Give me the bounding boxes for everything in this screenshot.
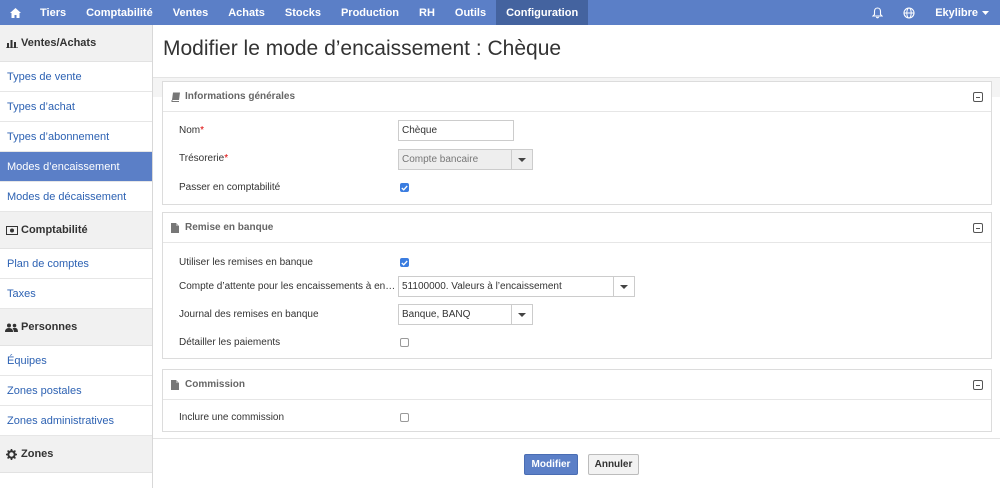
sidebar-item-modes-de-decaissement[interactable]: Modes de décaissement bbox=[0, 182, 152, 212]
name-label: Nom* bbox=[179, 125, 205, 136]
inclure-commission-label: Inclure une commission bbox=[179, 412, 285, 423]
panel-title: Commission bbox=[185, 379, 246, 390]
file-icon bbox=[171, 379, 182, 390]
sidebar-item-types-de-vente[interactable]: Types de vente bbox=[0, 62, 152, 92]
sidebar-item-taxes[interactable]: Taxes bbox=[0, 279, 152, 309]
sidebar-item-plan-de-comptes[interactable]: Plan de comptes bbox=[0, 249, 152, 279]
journal-remises-label: Journal des remises en banque bbox=[179, 309, 319, 320]
passer-compta-label: Passer en comptabilité bbox=[179, 182, 281, 193]
panel-title: Remise en banque bbox=[185, 222, 274, 233]
sidebar-item-types-d-abonnement[interactable]: Types d’abonnement bbox=[0, 122, 152, 152]
nav-ventes[interactable]: Ventes bbox=[163, 0, 218, 25]
nav-comptabilite[interactable]: Comptabilité bbox=[76, 0, 163, 25]
book-icon bbox=[171, 92, 182, 102]
inclure-commission-checkbox[interactable] bbox=[400, 413, 409, 422]
compte-attente-value: 51100000. Valeurs à l’encaissement bbox=[402, 281, 562, 292]
nav-configuration[interactable]: Configuration bbox=[496, 0, 589, 25]
main-content: Modifier le mode d’encaissement : Chèque… bbox=[153, 25, 1000, 488]
top-navbar: Tiers Comptabilité Ventes Achats Stocks … bbox=[0, 0, 1000, 25]
nav-achats[interactable]: Achats bbox=[218, 0, 275, 25]
select-arrow-icon bbox=[613, 277, 634, 296]
nav-production[interactable]: Production bbox=[331, 0, 409, 25]
bar-chart-icon bbox=[5, 38, 18, 48]
gear-icon bbox=[5, 448, 18, 460]
user-menu[interactable]: Ekylibre bbox=[925, 0, 1000, 25]
sidebar-section-ventes-achats: Ventes/Achats bbox=[0, 25, 152, 62]
users-icon bbox=[5, 323, 18, 332]
collapse-icon[interactable] bbox=[973, 223, 983, 233]
panel-header: Informations générales bbox=[163, 82, 991, 112]
sidebar-section-title: Zones bbox=[21, 448, 54, 460]
main-nav: Tiers Comptabilité Ventes Achats Stocks … bbox=[0, 0, 589, 25]
panel-header: Commission bbox=[163, 370, 991, 400]
sidebar-item-zones-postales[interactable]: Zones postales bbox=[0, 376, 152, 406]
detailler-paiements-checkbox[interactable] bbox=[400, 338, 409, 347]
bell-icon bbox=[872, 6, 884, 18]
sidebar-item-modes-d-encaissement[interactable]: Modes d’encaissement bbox=[0, 152, 152, 182]
home-icon bbox=[9, 7, 21, 18]
panel-title: Informations générales bbox=[185, 91, 296, 102]
page-title: Modifier le mode d’encaissement : Chèque bbox=[163, 37, 562, 60]
nav-outils[interactable]: Outils bbox=[445, 0, 496, 25]
tresorerie-label: Trésorerie* bbox=[179, 153, 229, 164]
utiliser-remises-label: Utiliser les remises en banque bbox=[179, 257, 313, 268]
caret-down-icon bbox=[982, 10, 989, 15]
passer-compta-checkbox[interactable] bbox=[400, 183, 409, 192]
sidebar-item-equipes[interactable]: Équipes bbox=[0, 346, 152, 376]
name-input[interactable]: Chèque bbox=[398, 120, 514, 141]
sidebar-item-types-d-achat[interactable]: Types d’achat bbox=[0, 92, 152, 122]
nav-stocks[interactable]: Stocks bbox=[275, 0, 331, 25]
file-icon bbox=[171, 222, 182, 233]
select-arrow-icon bbox=[511, 150, 532, 169]
sidebar-section-zones: Zones bbox=[0, 436, 152, 473]
user-name: Ekylibre bbox=[935, 6, 978, 19]
sidebar-section-comptabilite: Comptabilité bbox=[0, 212, 152, 249]
compte-attente-label: Compte d’attente pour les encaissements … bbox=[179, 281, 396, 292]
check-icon bbox=[401, 185, 408, 191]
panel-remise-en-banque: Remise en banque Utiliser les remises en… bbox=[162, 212, 992, 359]
panel-commission: Commission Inclure une commission bbox=[162, 369, 992, 432]
notifications-button[interactable] bbox=[862, 0, 893, 25]
utiliser-remises-checkbox[interactable] bbox=[400, 258, 409, 267]
collapse-icon[interactable] bbox=[973, 92, 983, 102]
sidebar: Ventes/Achats Types de vente Types d’ach… bbox=[0, 25, 153, 488]
tresorerie-value: Compte bancaire bbox=[402, 154, 479, 165]
journal-remises-value: Banque, BANQ bbox=[402, 309, 471, 320]
sidebar-section-title: Personnes bbox=[21, 321, 78, 333]
nav-tiers[interactable]: Tiers bbox=[30, 0, 76, 25]
tresorerie-select[interactable]: Compte bancaire bbox=[398, 149, 533, 170]
panel-informations-generales: Informations générales Nom* Chèque Tréso… bbox=[162, 81, 992, 205]
sidebar-section-personnes: Personnes bbox=[0, 309, 152, 346]
home-button[interactable] bbox=[0, 0, 30, 25]
nav-rh[interactable]: RH bbox=[409, 0, 445, 25]
detailler-paiements-label: Détailler les paiements bbox=[179, 337, 281, 348]
sidebar-section-title: Comptabilité bbox=[21, 224, 88, 236]
language-button[interactable] bbox=[893, 0, 925, 25]
annuler-button[interactable]: Annuler bbox=[588, 454, 639, 475]
check-icon bbox=[401, 260, 408, 266]
journal-remises-select[interactable]: Banque, BANQ bbox=[398, 304, 533, 325]
sidebar-item-zones-administratives[interactable]: Zones administratives bbox=[0, 406, 152, 436]
money-icon bbox=[5, 225, 18, 235]
compte-attente-select[interactable]: 51100000. Valeurs à l’encaissement bbox=[398, 276, 635, 297]
modifier-button[interactable]: Modifier bbox=[524, 454, 578, 475]
form-actions: Modifier Annuler bbox=[153, 438, 1000, 488]
select-arrow-icon bbox=[511, 305, 532, 324]
globe-icon bbox=[903, 6, 915, 19]
panel-header: Remise en banque bbox=[163, 213, 991, 243]
collapse-icon[interactable] bbox=[973, 380, 983, 390]
sidebar-section-title: Ventes/Achats bbox=[21, 37, 97, 49]
